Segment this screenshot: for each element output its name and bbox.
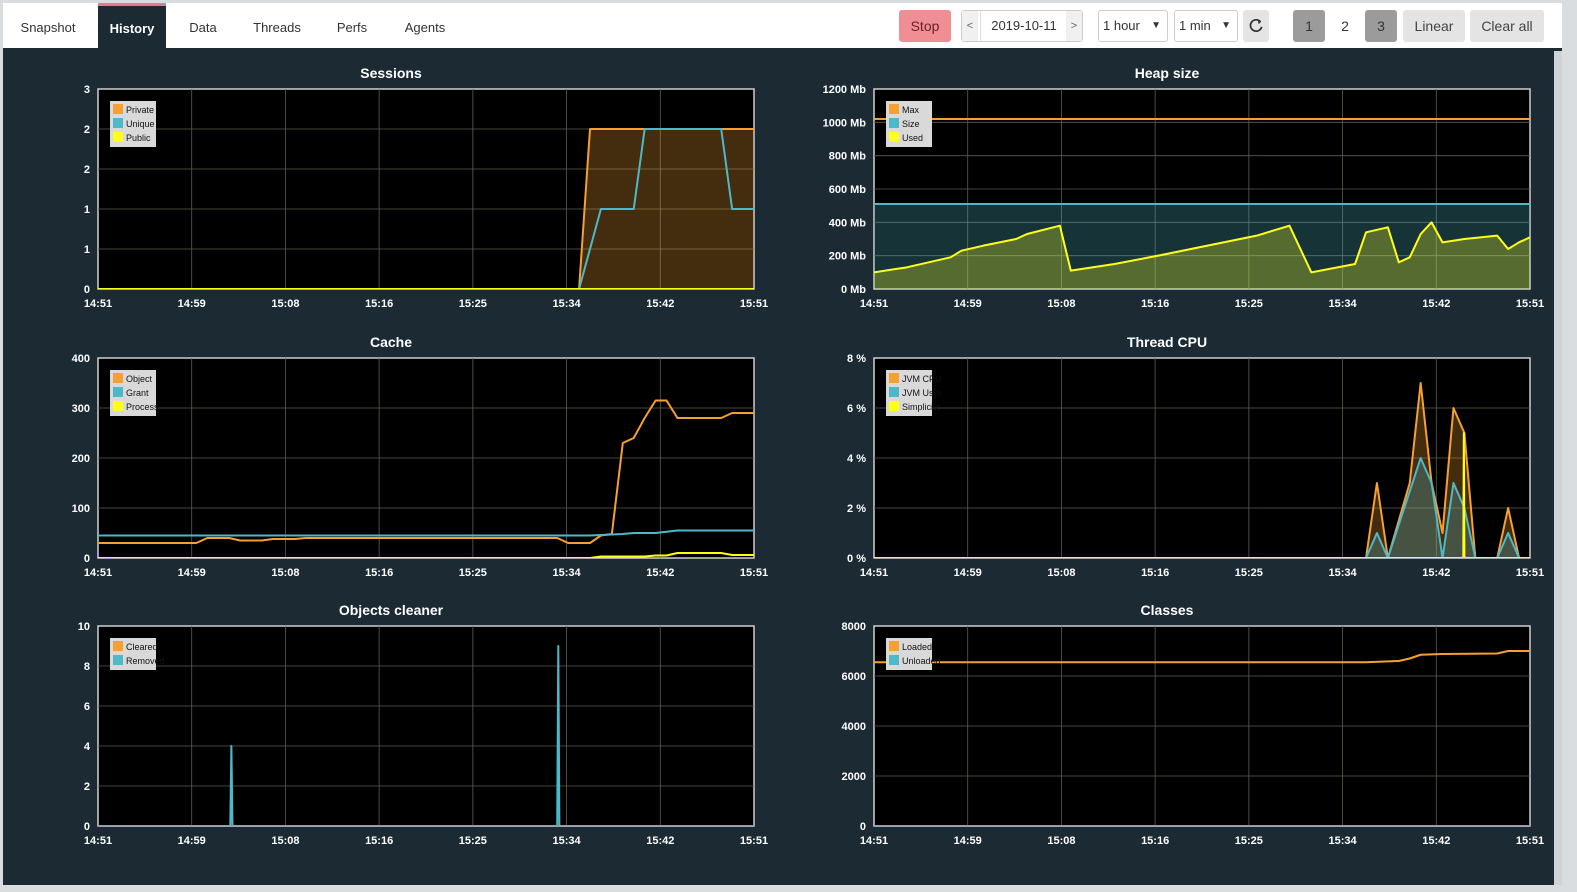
x-tick-label: 15:25: [1235, 835, 1263, 847]
y-tick-label: 2000: [842, 771, 866, 783]
app-frame: Snapshot History Data Threads Perfs Agen…: [3, 3, 1562, 885]
y-tick-label: 4000: [842, 721, 866, 733]
y-tick-label: 8000: [842, 621, 866, 633]
x-tick-label: 15:16: [1141, 835, 1169, 847]
x-tick-label: 15:34: [1329, 835, 1358, 847]
chart-classes: 14:51 14:59 15:08 15:16 15:25 15:34 15:42 15:51…: [842, 621, 1545, 847]
legend-label: Unloaded: [902, 656, 941, 666]
y-tick-label: 6000: [842, 671, 866, 683]
legend-swatch: [889, 641, 899, 651]
x-tick-label: 14:59: [954, 835, 982, 847]
x-tick-label: 15:51: [1516, 835, 1544, 847]
legend-swatch: [889, 655, 899, 665]
y-tick-label: 0: [860, 821, 866, 833]
x-tick-label: 14:51: [860, 835, 888, 847]
x-tick-label: 15:08: [1047, 835, 1075, 847]
legend-label: Loaded: [902, 642, 932, 652]
x-tick-label: 15:42: [1422, 835, 1450, 847]
